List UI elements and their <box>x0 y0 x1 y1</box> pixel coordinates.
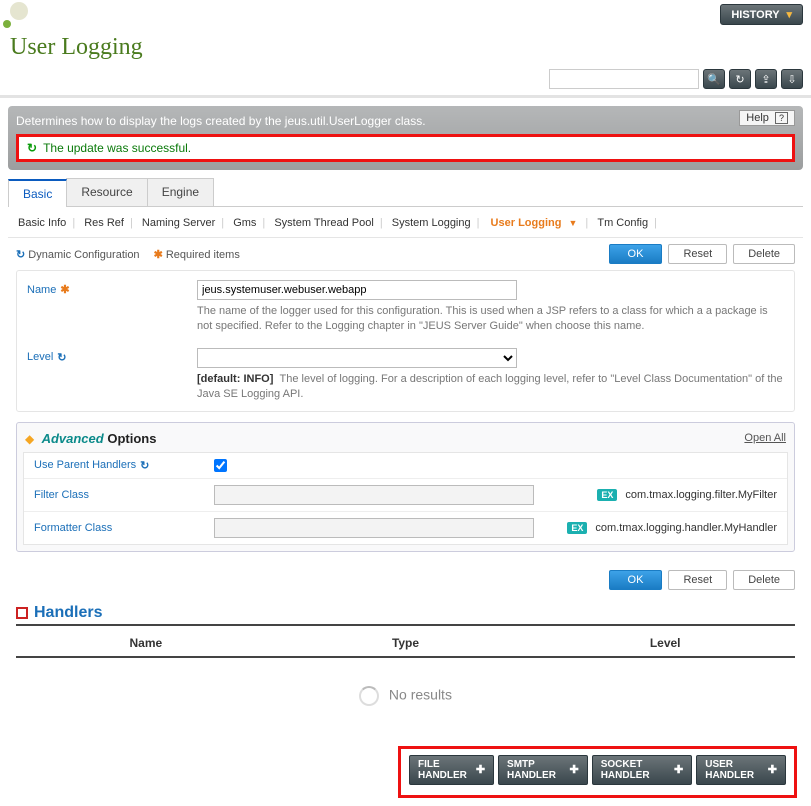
no-results: No results <box>16 658 795 746</box>
reset-button-bottom[interactable]: Reset <box>668 570 727 590</box>
handler-buttons-highlight: FILE HANDLER✚ SMTP HANDLER✚ SOCKET HANDL… <box>398 746 797 798</box>
use-parent-handlers-label: Use Parent Handlers ↻ <box>34 459 214 472</box>
open-all-link[interactable]: Open All <box>744 432 786 444</box>
filter-class-example: com.tmax.logging.filter.MyFilter <box>625 489 777 501</box>
subnav-basic-info[interactable]: Basic Info <box>18 217 66 229</box>
subnav-user-logging[interactable]: User Logging ▼ <box>489 217 580 229</box>
col-name: Name <box>16 636 276 650</box>
dynamic-icon: ↻ <box>57 351 66 364</box>
plus-icon: ✚ <box>569 763 578 776</box>
dynamic-icon: ↻ <box>140 459 149 472</box>
history-label: HISTORY <box>731 9 779 21</box>
plus-icon: ✚ <box>768 763 777 776</box>
col-level: Level <box>535 636 795 650</box>
chevron-down-icon: ▼ <box>569 218 578 228</box>
question-icon: ? <box>775 112 788 124</box>
sub-navigation: Basic Info| Res Ref| Naming Server| Gms|… <box>8 207 803 238</box>
legend-required: Required items <box>166 249 240 261</box>
required-icon: ✱ <box>60 283 69 296</box>
tab-resource[interactable]: Resource <box>66 178 147 206</box>
search-input[interactable] <box>549 69 699 89</box>
formatter-class-label: Formatter Class <box>34 522 214 534</box>
example-badge: EX <box>597 489 617 501</box>
description-banner: Determines how to display the logs creat… <box>8 106 803 170</box>
history-button[interactable]: HISTORY ▾ <box>720 4 803 25</box>
subnav-naming-server[interactable]: Naming Server <box>142 217 215 229</box>
level-help: [default: INFO] The level of logging. Fo… <box>197 372 784 403</box>
refresh-icon-button[interactable]: ↻ <box>729 69 751 89</box>
level-label: Level ↻ <box>27 348 187 364</box>
spinner-icon <box>359 686 379 706</box>
tab-basic[interactable]: Basic <box>8 179 67 207</box>
plus-icon: ✚ <box>674 763 683 776</box>
required-icon: ✱ <box>154 249 163 261</box>
help-button[interactable]: Help ? <box>739 110 795 126</box>
name-help: The name of the logger used for this con… <box>197 304 784 335</box>
filter-class-label: Filter Class <box>34 489 214 501</box>
handlers-title: Handlers <box>34 604 102 622</box>
name-input[interactable] <box>197 280 517 300</box>
ok-button[interactable]: OK <box>609 244 663 264</box>
export-icon-button[interactable]: ⇪ <box>755 69 777 89</box>
export-icon: ⇪ <box>761 73 770 86</box>
import-icon-button[interactable]: ⇩ <box>781 69 803 89</box>
page-title: User Logging <box>10 34 811 61</box>
delete-button[interactable]: Delete <box>733 244 795 264</box>
example-badge: EX <box>567 522 587 534</box>
dynamic-icon: ↻ <box>16 249 25 261</box>
advanced-title-b: Options <box>104 431 157 446</box>
help-label: Help <box>746 112 769 124</box>
user-handler-button[interactable]: USER HANDLER✚ <box>696 755 786 785</box>
ok-button-bottom[interactable]: OK <box>609 570 663 590</box>
subnav-res-ref[interactable]: Res Ref <box>84 217 124 229</box>
refresh-icon: ↻ <box>735 73 744 86</box>
plus-icon: ✚ <box>476 763 485 776</box>
socket-handler-button[interactable]: SOCKET HANDLER✚ <box>592 755 693 785</box>
smtp-handler-button[interactable]: SMTP HANDLER✚ <box>498 755 588 785</box>
filter-class-input[interactable] <box>214 485 534 505</box>
use-parent-handlers-checkbox[interactable] <box>214 459 227 472</box>
formatter-class-input[interactable] <box>214 518 534 538</box>
reset-button[interactable]: Reset <box>668 244 727 264</box>
formatter-class-example: com.tmax.logging.handler.MyHandler <box>595 522 777 534</box>
subnav-tm-config[interactable]: Tm Config <box>597 217 648 229</box>
advanced-title-a: Advanced <box>42 431 104 446</box>
search-icon-button[interactable]: 🔍 <box>703 69 725 89</box>
subnav-gms[interactable]: Gms <box>233 217 256 229</box>
name-label: Name ✱ <box>27 280 187 296</box>
success-text: The update was successful. <box>43 141 191 155</box>
level-select[interactable] <box>197 348 517 368</box>
success-message-box: ↻ The update was successful. <box>16 134 795 162</box>
banner-description: Determines how to display the logs creat… <box>16 114 795 128</box>
search-icon: 🔍 <box>707 73 721 86</box>
delete-button-bottom[interactable]: Delete <box>733 570 795 590</box>
chevron-down-icon: ▾ <box>786 9 792 21</box>
legend-dynamic: Dynamic Configuration <box>28 249 139 261</box>
tab-engine[interactable]: Engine <box>147 178 214 206</box>
import-icon: ⇩ <box>787 73 796 86</box>
col-type: Type <box>276 636 536 650</box>
section-icon <box>16 607 28 619</box>
shield-icon: ◆ <box>25 432 34 446</box>
subnav-system-logging[interactable]: System Logging <box>392 217 471 229</box>
file-handler-button[interactable]: FILE HANDLER✚ <box>409 755 494 785</box>
success-icon: ↻ <box>27 141 37 155</box>
subnav-system-thread-pool[interactable]: System Thread Pool <box>274 217 373 229</box>
